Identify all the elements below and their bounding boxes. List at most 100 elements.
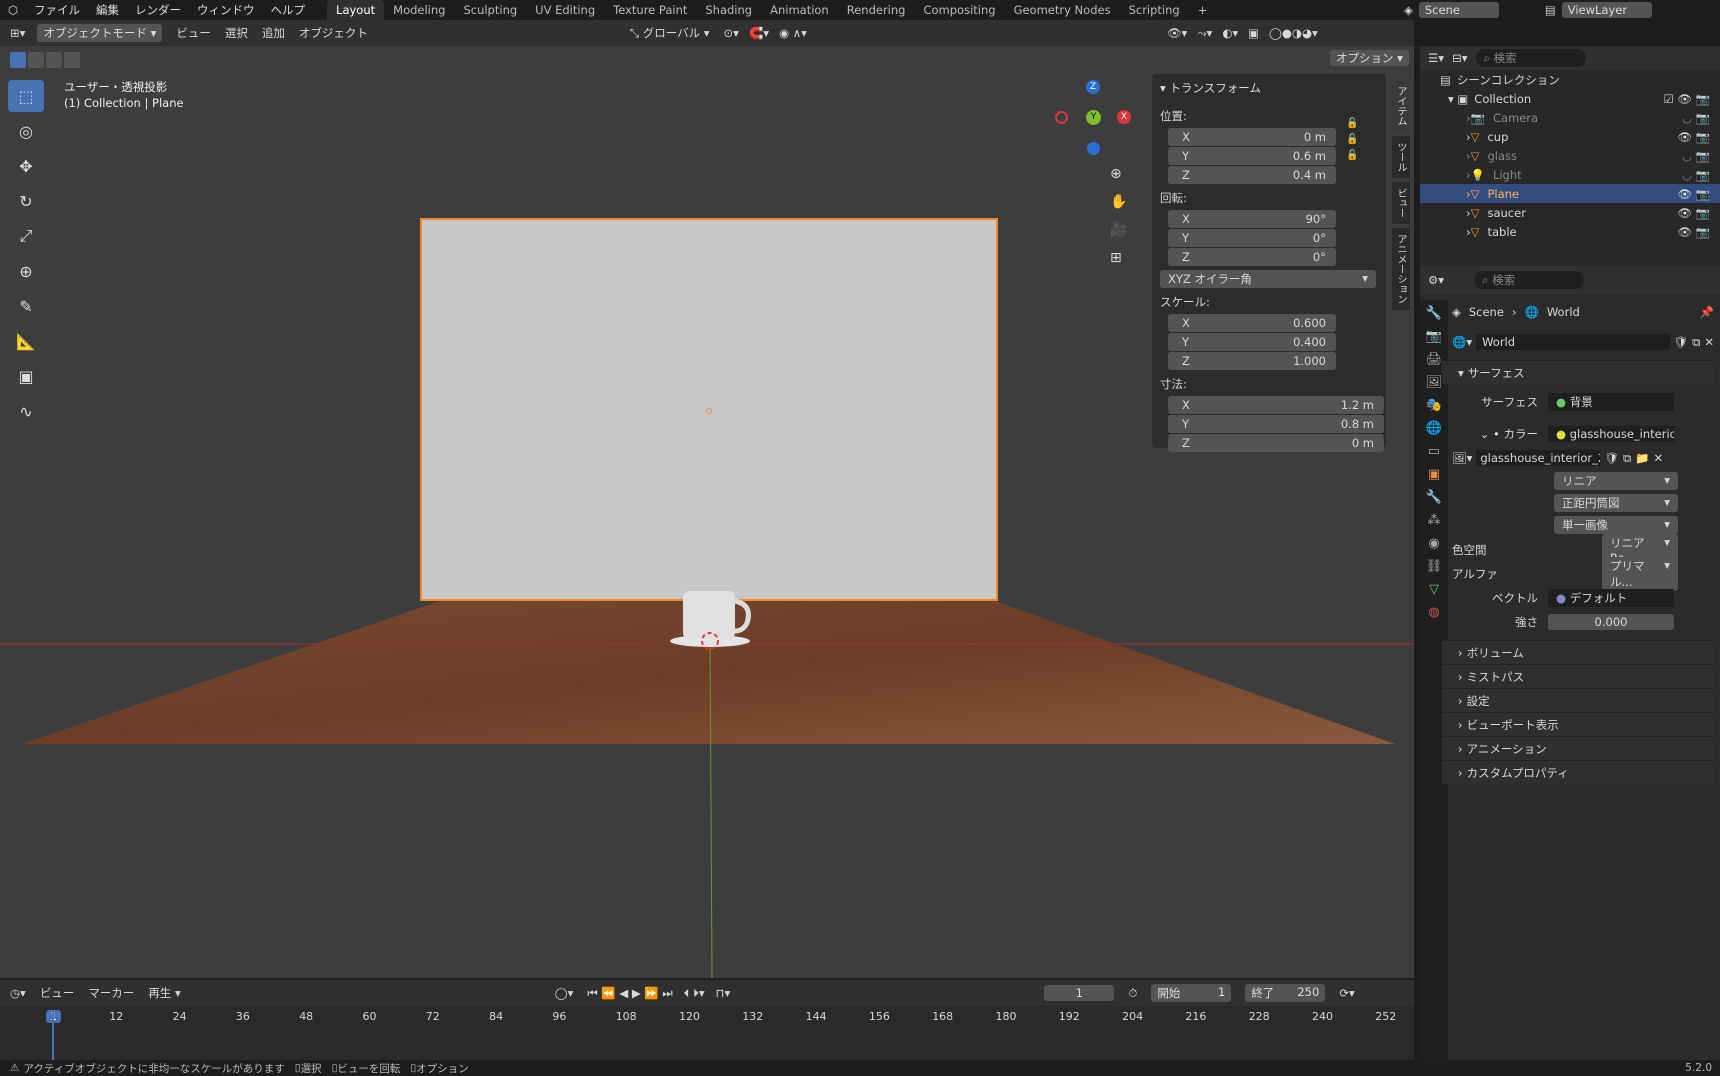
timeline-editor-icon[interactable]: ◷▾ xyxy=(10,986,26,1000)
render-tab-icon[interactable]: 📷 xyxy=(1426,329,1442,344)
outliner-item-selected[interactable]: › ▽ Plane 👁 📷 xyxy=(1420,184,1720,203)
gizmo-x[interactable]: X xyxy=(1117,110,1131,124)
move-tool-icon[interactable]: ✥ xyxy=(8,150,44,182)
menu-add[interactable]: 追加 xyxy=(262,25,285,41)
pan-hand-icon[interactable]: ✋ xyxy=(1110,194,1127,210)
filter-icon[interactable]: ⊟▾ xyxy=(1452,51,1467,65)
fake-user-icon[interactable]: 🛡 xyxy=(1674,335,1689,349)
tab-item[interactable]: アイテム xyxy=(1392,80,1410,132)
duplicate-icon[interactable]: ⧉ xyxy=(1692,335,1700,350)
scene-collection-row[interactable]: ▤ シーンコレクション xyxy=(1420,70,1720,89)
playhead[interactable] xyxy=(52,1010,54,1060)
outliner-editor-icon[interactable]: ☰▾ xyxy=(1428,51,1444,65)
tab-uv-editing[interactable]: UV Editing xyxy=(526,0,604,20)
tab-modeling[interactable]: Modeling xyxy=(384,0,454,20)
proportional-icon[interactable]: ◉ ∧▾ xyxy=(779,26,807,40)
view-layer-tab-icon[interactable]: 🖼 xyxy=(1426,375,1443,390)
vector-input[interactable]: ● デフォルト xyxy=(1548,589,1674,607)
xray-icon[interactable]: ▣ xyxy=(1248,26,1259,40)
zoom-icon[interactable]: ⊕ xyxy=(1110,166,1127,182)
collection-tab-icon[interactable]: ▭ xyxy=(1428,444,1440,459)
scale-z[interactable]: Z 1.000 xyxy=(1168,352,1336,370)
menu-edit[interactable]: 編集 xyxy=(88,2,127,18)
rotation-x[interactable]: X 90° xyxy=(1168,210,1336,228)
tab-geometry-nodes[interactable]: Geometry Nodes xyxy=(1005,0,1120,20)
source-dropdown[interactable]: 単一画像 ▾ xyxy=(1554,516,1678,534)
surface-shader[interactable]: ● 背景 xyxy=(1548,393,1674,411)
location-y[interactable]: Y 0.6 m xyxy=(1168,147,1336,165)
cursor-tool-icon[interactable]: ◎ xyxy=(8,115,44,147)
end-frame-field[interactable]: 終了 250 xyxy=(1245,984,1326,1002)
location-x[interactable]: X0 m xyxy=(1168,128,1336,146)
strength-field[interactable]: 0.000 xyxy=(1548,614,1674,630)
rotation-mode-dropdown[interactable]: XYZ オイラー角 ▾ xyxy=(1160,270,1376,288)
gizmo-neg-z[interactable] xyxy=(1087,142,1100,155)
output-tab-icon[interactable]: 🖨 xyxy=(1426,352,1443,367)
tab-shading[interactable]: Shading xyxy=(696,0,761,20)
outliner-item[interactable]: › 📷 Camera ◡ 📷 xyxy=(1420,108,1720,127)
mist-section[interactable]: › ミストパス xyxy=(1442,664,1714,688)
location-z[interactable]: Z 0.4 m xyxy=(1168,166,1336,184)
annotate-tool-icon[interactable]: ✎ xyxy=(8,290,44,322)
visibility-icon[interactable]: 👁▾ xyxy=(1167,26,1187,40)
animation-section[interactable]: › アニメーション xyxy=(1442,736,1714,760)
options-dropdown[interactable]: オプション ▾ xyxy=(1330,50,1409,66)
outliner-search[interactable]: ⌕ 検索 xyxy=(1475,49,1586,67)
timeline-playback-menu[interactable]: 再生 ▾ xyxy=(148,985,180,1001)
scene-field[interactable]: Scene xyxy=(1418,2,1499,18)
transform-tool-icon[interactable]: ⊕ xyxy=(8,255,44,287)
mode-dropdown[interactable]: オブジェクトモード ▾ xyxy=(37,24,163,42)
object-tab-icon[interactable]: ▣ xyxy=(1428,467,1440,482)
menu-render[interactable]: レンダー xyxy=(127,2,189,18)
settings-section[interactable]: › 設定 xyxy=(1442,688,1714,712)
start-frame-field[interactable]: 開始 1 xyxy=(1151,984,1232,1002)
measure-tool-icon[interactable]: 📐 xyxy=(8,325,44,357)
data-tab-icon[interactable]: ▽ xyxy=(1429,582,1439,597)
outliner-item[interactable]: › ▽ glass ◡ 📷 xyxy=(1420,146,1720,165)
transform-header[interactable]: ▾ トランスフォーム xyxy=(1152,74,1386,102)
color-input[interactable]: ● glasshouse_interio... xyxy=(1548,426,1674,442)
orientation-dropdown[interactable]: ⤡ グローバル ▾ xyxy=(630,25,710,41)
select-mode-buttons[interactable] xyxy=(10,52,80,68)
tab-sculpting[interactable]: Sculpting xyxy=(454,0,526,20)
select-new-icon[interactable] xyxy=(10,52,26,68)
editor-type-icon[interactable]: ⊞▾ xyxy=(10,26,25,40)
rotation-z[interactable]: Z 0° xyxy=(1168,248,1336,266)
sync-icon[interactable]: ⟳▾ xyxy=(1339,986,1354,1000)
scene-tab-icon[interactable]: 🎭 xyxy=(1426,398,1442,413)
keying-icon[interactable]: ◯▾ xyxy=(555,986,574,1000)
menu-view[interactable]: ビュー xyxy=(176,25,211,41)
world-name-field[interactable]: World xyxy=(1476,334,1670,350)
menu-object[interactable]: オブジェクト xyxy=(299,25,368,41)
custom-properties-section[interactable]: › カスタムプロパティ xyxy=(1442,760,1714,784)
folder-icon[interactable]: 📁 xyxy=(1635,451,1649,465)
overlay-icon[interactable]: ◐▾ xyxy=(1222,26,1238,40)
particles-tab-icon[interactable]: ⁂ xyxy=(1428,513,1441,528)
tab-texture-paint[interactable]: Texture Paint xyxy=(604,0,696,20)
menu-window[interactable]: ウィンドウ xyxy=(189,2,263,18)
tab-animation-side[interactable]: アニメーション xyxy=(1392,228,1410,310)
projection-dropdown[interactable]: 正距円筒図 ▾ xyxy=(1554,494,1678,512)
image-browse-icon[interactable]: 🖼▾ xyxy=(1452,451,1472,465)
tab-scripting[interactable]: Scripting xyxy=(1120,0,1189,20)
world-browse-icon[interactable]: 🌐▾ xyxy=(1452,335,1472,349)
constraints-tab-icon[interactable]: ⛓ xyxy=(1426,559,1443,574)
world-tab-icon[interactable]: 🌐 xyxy=(1426,421,1442,436)
pivot-icon[interactable]: ⊙▾ xyxy=(724,26,739,40)
curve-tool-icon[interactable]: ∿ xyxy=(8,395,44,427)
tab-animation[interactable]: Animation xyxy=(761,0,838,20)
outliner-item[interactable]: › 💡 Light ◡ 📷 xyxy=(1420,165,1720,184)
select-extend-icon[interactable] xyxy=(28,52,44,68)
unlink-icon[interactable]: ✕ xyxy=(1704,335,1714,349)
lock-icon[interactable]: 🔓 xyxy=(1346,118,1358,129)
gizmo-toggle-icon[interactable]: ⤳▾ xyxy=(1197,26,1212,41)
alpha-dropdown[interactable]: プリマル... ▾ xyxy=(1602,557,1678,591)
tab-compositing[interactable]: Compositing xyxy=(914,0,1004,20)
tab-tool[interactable]: ツール xyxy=(1392,136,1410,178)
viewport-display-section[interactable]: › ビューポート表示 xyxy=(1442,712,1714,736)
outliner-item[interactable]: › ▽ cup 👁 📷 xyxy=(1420,127,1720,146)
camera-view-icon[interactable]: 🎥 xyxy=(1110,222,1127,238)
select-intersect-icon[interactable] xyxy=(64,52,80,68)
dimension-z[interactable]: Z0 m xyxy=(1168,434,1384,452)
scale-tool-icon[interactable]: ⤢ xyxy=(8,220,44,252)
